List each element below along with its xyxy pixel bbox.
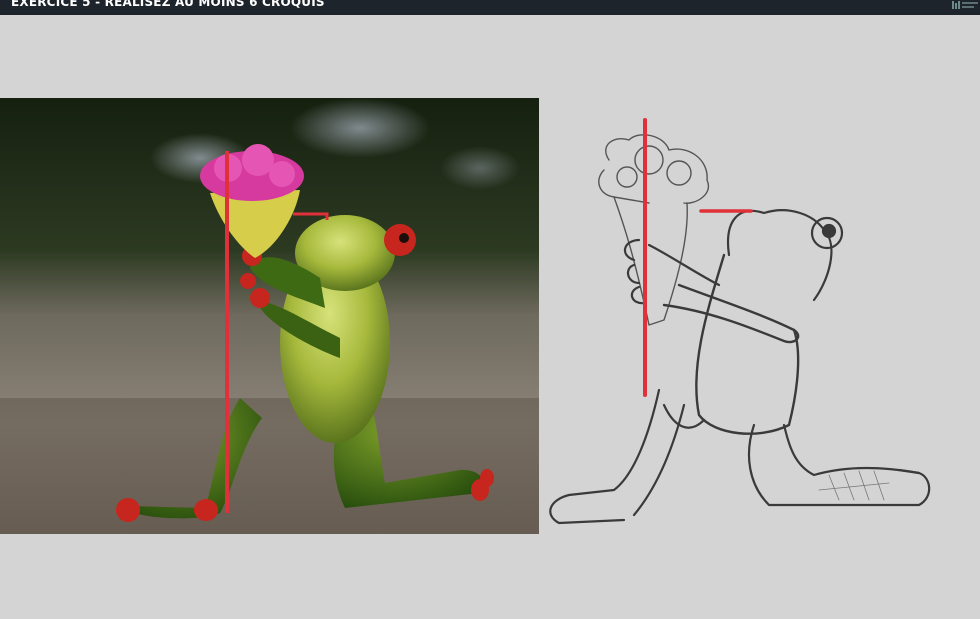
bokeh-light — [290, 98, 430, 158]
sketch-hatching — [818, 470, 890, 501]
reference-photo — [0, 98, 539, 534]
ground — [0, 398, 539, 534]
sketch-back-leg — [549, 388, 706, 525]
frog-toe — [116, 498, 140, 522]
exercise-title: EXERCICE 5 - RÉALISEZ AU MOINS 6 CROQUIS — [11, 0, 325, 9]
top-bar: EXERCICE 5 - RÉALISEZ AU MOINS 6 CROQUIS — [0, 0, 980, 15]
frog-toe — [480, 469, 494, 487]
sketch-head — [726, 209, 844, 302]
frog-sketch — [549, 118, 931, 525]
brand-logo-icon — [952, 1, 978, 9]
rose — [269, 161, 295, 187]
frog-finger — [250, 288, 270, 308]
frog-finger — [240, 273, 256, 289]
rose — [242, 144, 274, 176]
frog-pupil — [399, 233, 409, 243]
bokeh-light — [440, 146, 520, 190]
sketch-front-leg — [747, 423, 931, 507]
sketch-bouquet — [598, 134, 710, 326]
sketch-arm — [662, 283, 800, 344]
frog-toe — [194, 499, 218, 521]
